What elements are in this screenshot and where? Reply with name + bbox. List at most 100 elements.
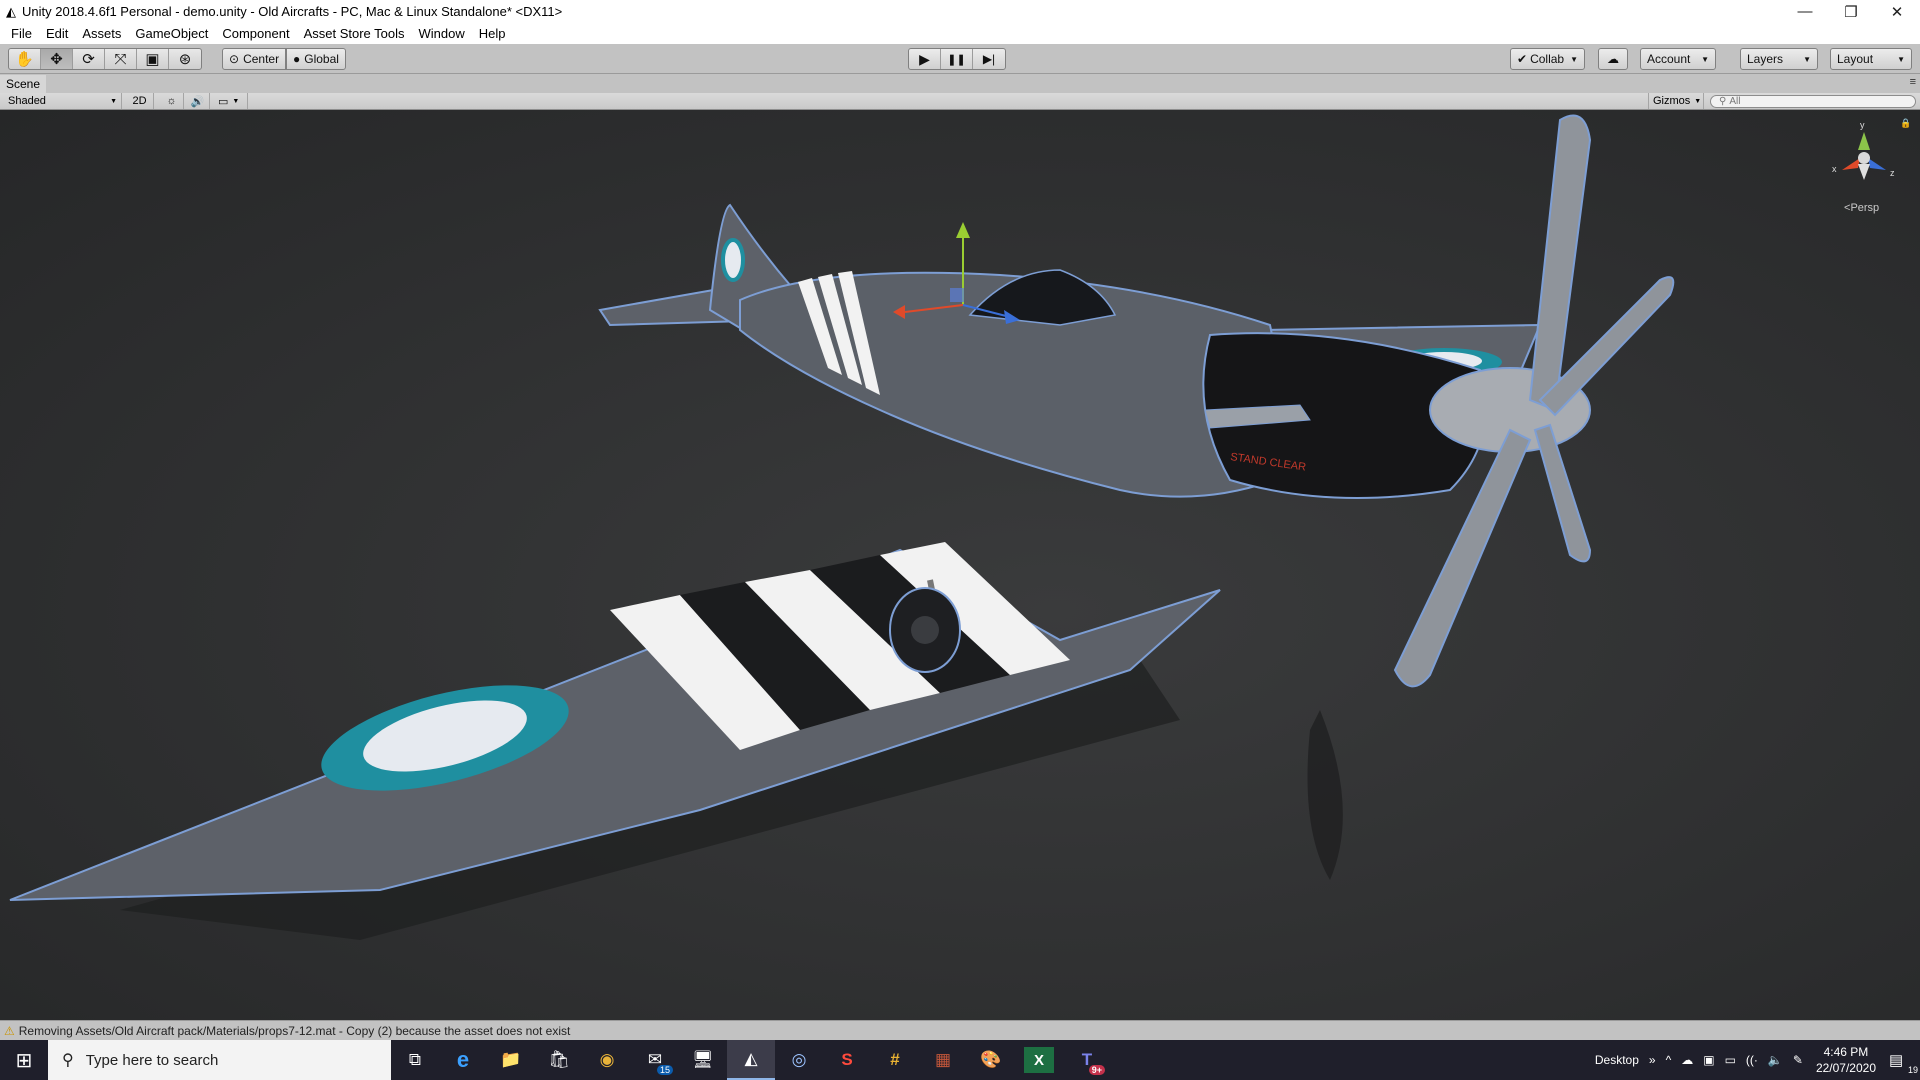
unity-editor-window: ◭ Unity 2018.4.6f1 Personal - demo.unity… bbox=[0, 0, 1920, 1080]
wifi-icon[interactable]: ((· bbox=[1741, 1053, 1763, 1067]
layers-dropdown[interactable]: Layers ▼ bbox=[1740, 48, 1818, 70]
tray-overflow-icon[interactable]: » bbox=[1644, 1053, 1661, 1067]
layout-label: Layout bbox=[1837, 52, 1874, 66]
status-message: Removing Assets/Old Aircraft pack/Materi… bbox=[18, 1023, 571, 1038]
cinema4d-icon[interactable]: ◎ bbox=[775, 1040, 823, 1080]
gizmo-z-cone[interactable] bbox=[1868, 158, 1886, 170]
taskbar-clock[interactable]: 4:46 PM 22/07/2020 bbox=[1808, 1044, 1884, 1076]
main-toolbar: ✋ ✥ ⟳ ⤧ ▣ ⊛ ⊙ Center ● Global ▶ ❚❚ ▶| ✔ … bbox=[0, 44, 1920, 74]
space-global-toggle[interactable]: ● Global bbox=[286, 48, 346, 70]
excel-icon[interactable]: X bbox=[1024, 1047, 1054, 1073]
volume-icon[interactable]: 🔈 bbox=[1763, 1053, 1788, 1067]
gizmo-plane-handle[interactable] bbox=[950, 288, 964, 302]
menu-component[interactable]: Component bbox=[215, 26, 296, 41]
transform-tool-button[interactable]: ⊛ bbox=[169, 49, 201, 69]
rect-tool-button[interactable]: ▣ bbox=[137, 49, 169, 69]
onedrive-icon[interactable]: ☁ bbox=[1676, 1053, 1698, 1067]
slack-icon[interactable]: # bbox=[871, 1040, 919, 1080]
teams-icon[interactable]: T 9+ bbox=[1063, 1040, 1111, 1080]
chrome-icon[interactable]: ◉ bbox=[583, 1040, 631, 1080]
scene-search-input[interactable]: ⚲ All bbox=[1710, 95, 1916, 108]
show-hidden-icons-icon[interactable]: ^ bbox=[1661, 1053, 1677, 1067]
windows-taskbar: ⊞ ⚲ Type here to search ⧉ e 📁 🛍 ◉ ✉ 15 🖥… bbox=[0, 1040, 1920, 1080]
propeller-blade-lower-right bbox=[1533, 423, 1592, 563]
orientation-gizmo[interactable]: y x z bbox=[1828, 118, 1900, 198]
remote-desktop-icon[interactable]: 🖥 bbox=[679, 1040, 727, 1080]
gizmos-label: Gizmos bbox=[1653, 95, 1691, 107]
window-title: Unity 2018.4.6f1 Personal - demo.unity -… bbox=[22, 4, 563, 19]
layout-dropdown[interactable]: Layout ▼ bbox=[1830, 48, 1912, 70]
paint-icon[interactable]: 🎨 bbox=[967, 1040, 1015, 1080]
space-label: Global bbox=[304, 52, 339, 66]
gizmo-center[interactable] bbox=[1858, 152, 1870, 164]
battery-icon[interactable]: ▭ bbox=[1720, 1053, 1741, 1067]
mail-icon[interactable]: ✉ 15 bbox=[631, 1040, 679, 1080]
menu-asset-store-tools[interactable]: Asset Store Tools bbox=[297, 26, 412, 41]
effects-dropdown[interactable]: ▭ ▼ bbox=[214, 93, 248, 109]
image-icon: ▭ bbox=[218, 95, 229, 108]
chevron-down-icon: ▼ bbox=[110, 97, 117, 105]
gizmo-label-x: x bbox=[1832, 164, 1837, 174]
menu-assets[interactable]: Assets bbox=[75, 26, 128, 41]
shading-mode-dropdown[interactable]: Shaded ▼ bbox=[4, 93, 122, 109]
system-tray: Desktop » ^ ☁ ▣ ▭ ((· 🔈 ✎ 4:46 PM 22/07/… bbox=[1590, 1040, 1920, 1080]
store-icon[interactable]: 🛍 bbox=[535, 1040, 583, 1080]
wheel-hub bbox=[911, 616, 939, 644]
scene-viewport[interactable]: STAND CLEAR y x z 🔒 <Persp bbox=[0, 110, 1920, 1020]
lock-icon[interactable]: 🔒 bbox=[1900, 118, 1911, 129]
taskbar-search-box[interactable]: ⚲ Type here to search bbox=[48, 1040, 391, 1080]
account-dropdown[interactable]: Account ▼ bbox=[1640, 48, 1716, 70]
scene-tab[interactable]: Scene bbox=[0, 75, 47, 93]
projection-toggle[interactable]: <Persp bbox=[1844, 202, 1879, 214]
play-button[interactable]: ▶ bbox=[909, 49, 941, 69]
2d-toggle[interactable]: 2D bbox=[126, 93, 154, 109]
gizmo-y-arrow[interactable] bbox=[956, 222, 970, 238]
menu-help[interactable]: Help bbox=[472, 26, 513, 41]
menu-edit[interactable]: Edit bbox=[39, 26, 75, 41]
close-button[interactable]: ✕ bbox=[1874, 0, 1920, 23]
audio-toggle-icon[interactable]: 🔊 bbox=[186, 93, 210, 109]
unity-icon[interactable]: ◭ bbox=[727, 1040, 775, 1080]
gizmo-neg-cone[interactable] bbox=[1858, 164, 1870, 180]
pen-icon[interactable]: ✎ bbox=[1788, 1053, 1808, 1067]
transform-tools-group: ✋ ✥ ⟳ ⤧ ▣ ⊛ bbox=[8, 48, 202, 70]
task-view-icon[interactable]: ⧉ bbox=[391, 1040, 439, 1080]
minimize-button[interactable]: — bbox=[1782, 0, 1828, 23]
edge-icon[interactable]: e bbox=[439, 1040, 487, 1080]
chevron-down-icon: ▼ bbox=[1694, 97, 1702, 105]
restore-button[interactable]: ❐ bbox=[1828, 0, 1874, 23]
lighting-toggle-icon[interactable]: ☼ bbox=[160, 93, 184, 109]
panel-menu-icon[interactable]: ≡ bbox=[1910, 76, 1916, 88]
desktop-toolbar[interactable]: Desktop bbox=[1590, 1053, 1644, 1067]
gizmo-x-cone[interactable] bbox=[1842, 158, 1860, 170]
step-button[interactable]: ▶| bbox=[973, 49, 1005, 69]
aircraft-model[interactable]: STAND CLEAR bbox=[0, 110, 1920, 1020]
play-controls: ▶ ❚❚ ▶| bbox=[908, 48, 1006, 70]
scale-tool-button[interactable]: ⤧ bbox=[105, 49, 137, 69]
collab-dropdown[interactable]: ✔ Collab ▼ bbox=[1510, 48, 1586, 70]
status-bar[interactable]: ⚠ Removing Assets/Old Aircraft pack/Mate… bbox=[0, 1020, 1920, 1040]
projection-label: Persp bbox=[1850, 202, 1880, 214]
menu-gameobject[interactable]: GameObject bbox=[128, 26, 215, 41]
menu-window[interactable]: Window bbox=[412, 26, 472, 41]
propeller-shadow bbox=[1307, 710, 1343, 880]
hand-tool-button[interactable]: ✋ bbox=[9, 49, 41, 69]
gizmo-y-cone[interactable] bbox=[1858, 132, 1870, 150]
globe-icon: ● bbox=[293, 52, 301, 66]
file-explorer-icon[interactable]: 📁 bbox=[487, 1040, 535, 1080]
substance-icon[interactable]: S bbox=[823, 1040, 871, 1080]
meet-now-icon[interactable]: ▣ bbox=[1698, 1053, 1719, 1067]
rotate-tool-button[interactable]: ⟳ bbox=[73, 49, 105, 69]
winrar-icon[interactable]: ▦ bbox=[919, 1040, 967, 1080]
cloud-services-button[interactable]: ☁ bbox=[1598, 48, 1628, 70]
clock-time: 4:46 PM bbox=[1823, 1045, 1869, 1059]
pivot-center-toggle[interactable]: ⊙ Center bbox=[222, 48, 287, 70]
collab-label: Collab bbox=[1530, 52, 1565, 66]
notification-center-icon[interactable]: ▤ 19 bbox=[1884, 1051, 1920, 1075]
gizmo-label-z: z bbox=[1890, 168, 1895, 178]
menu-file[interactable]: File bbox=[4, 26, 39, 41]
pause-button[interactable]: ❚❚ bbox=[941, 49, 973, 69]
gizmos-dropdown[interactable]: Gizmos ▼ bbox=[1648, 93, 1704, 109]
move-tool-button[interactable]: ✥ bbox=[41, 49, 73, 69]
windows-start-icon[interactable]: ⊞ bbox=[0, 1040, 48, 1080]
